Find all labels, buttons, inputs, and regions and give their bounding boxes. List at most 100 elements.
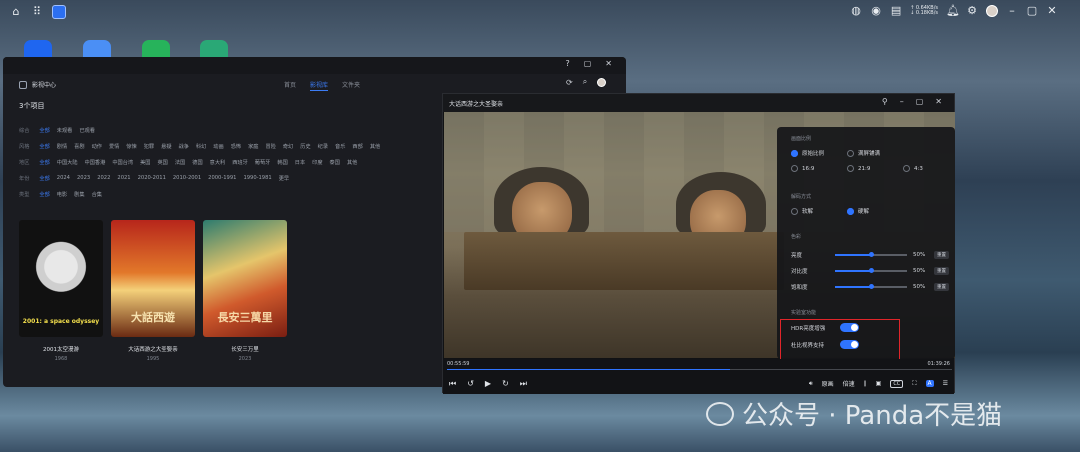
- mc-user-avatar[interactable]: [597, 77, 607, 87]
- filter-option[interactable]: 全部: [39, 175, 49, 182]
- filter-option[interactable]: 未观看: [57, 127, 73, 134]
- filter-option[interactable]: 2024: [57, 175, 70, 182]
- refresh-icon[interactable]: ⟳: [566, 78, 573, 87]
- rewind-icon[interactable]: ↺: [467, 379, 474, 389]
- filter-option[interactable]: 科幻: [196, 143, 206, 150]
- minimize-all-icon[interactable]: –: [1006, 5, 1018, 17]
- movie-card[interactable]: 長安三萬里 长安三万里 2023: [203, 220, 287, 362]
- filter-option[interactable]: 泰国: [330, 159, 340, 166]
- filter-option[interactable]: 家庭: [248, 143, 258, 150]
- filter-option[interactable]: 2022: [97, 175, 110, 182]
- filter-option[interactable]: 全部: [39, 143, 49, 150]
- filter-option[interactable]: 冒险: [265, 143, 275, 150]
- slider-knob[interactable]: [869, 268, 874, 273]
- radio-icon[interactable]: [847, 207, 854, 215]
- settings-panel-icon[interactable]: A: [925, 380, 934, 387]
- filter-option[interactable]: 动作: [92, 143, 102, 150]
- volume-icon[interactable]: 🔊︎: [809, 380, 813, 388]
- radio-icon[interactable]: [791, 149, 798, 157]
- filter-option[interactable]: 喜剧: [74, 143, 84, 150]
- audio-track-icon[interactable]: ∥: [864, 380, 867, 387]
- sync-icon[interactable]: ◉: [870, 5, 882, 17]
- filter-option[interactable]: 合集: [92, 191, 102, 198]
- aspect-option[interactable]: 满屏铺满: [847, 149, 880, 157]
- tab-2[interactable]: 文件夹: [342, 80, 360, 91]
- decode-option[interactable]: 硬解: [847, 207, 869, 215]
- fullscreen-icon[interactable]: ⛶: [912, 380, 916, 388]
- filter-option[interactable]: 其他: [347, 159, 357, 166]
- movie-card[interactable]: 大話西遊 大话西游之大圣娶亲 1995: [111, 220, 195, 362]
- filter-option[interactable]: 法国: [175, 159, 185, 166]
- movie-poster[interactable]: 大話西遊: [111, 220, 195, 337]
- tab-0[interactable]: 首页: [284, 80, 296, 91]
- radio-icon[interactable]: [791, 165, 798, 172]
- filter-option[interactable]: 恐怖: [231, 143, 241, 150]
- filter-option[interactable]: 2010-2001: [173, 175, 201, 182]
- player-close-icon[interactable]: ✕: [935, 97, 942, 106]
- filter-option[interactable]: 德国: [192, 159, 202, 166]
- aspect-option[interactable]: 4:3: [903, 165, 923, 172]
- player-minimize-icon[interactable]: –: [900, 97, 904, 106]
- slider-track[interactable]: [835, 268, 907, 273]
- window-maximize-icon[interactable]: ▢: [584, 59, 592, 68]
- filter-option[interactable]: 1990-1981: [243, 175, 271, 182]
- app-grid-icon[interactable]: ⠿: [31, 6, 43, 18]
- filter-option[interactable]: 2021: [117, 175, 130, 182]
- next-icon[interactable]: ⏭: [520, 379, 527, 389]
- filter-option[interactable]: 剧集: [74, 191, 84, 198]
- movie-poster[interactable]: 長安三萬里: [203, 220, 287, 337]
- filter-option[interactable]: 全部: [39, 159, 49, 166]
- search-icon[interactable]: ⌕: [583, 77, 587, 87]
- bell-icon[interactable]: 🔔︎: [946, 5, 960, 17]
- filter-option[interactable]: 西班牙: [232, 159, 248, 166]
- slider-knob[interactable]: [869, 252, 874, 257]
- play-icon[interactable]: ▶: [485, 379, 491, 389]
- tab-1[interactable]: 影视库: [310, 80, 329, 91]
- playlist-icon[interactable]: ☰: [943, 380, 948, 387]
- filter-option[interactable]: 美国: [140, 159, 150, 166]
- movie-title[interactable]: 长安三万里: [203, 345, 287, 353]
- filter-option[interactable]: 2023: [77, 175, 90, 182]
- filter-option[interactable]: 中国香港: [85, 159, 106, 166]
- settings-icon[interactable]: ⚙: [966, 5, 978, 17]
- user-avatar[interactable]: [986, 5, 998, 17]
- filter-option[interactable]: 印度: [312, 159, 322, 166]
- decode-option[interactable]: 软解: [791, 207, 813, 215]
- filter-option[interactable]: 葡萄牙: [255, 159, 271, 166]
- speed-button[interactable]: 倍速: [843, 379, 855, 388]
- aspect-option[interactable]: 16:9: [791, 165, 814, 172]
- home-icon[interactable]: ⌂: [10, 6, 22, 18]
- filter-option[interactable]: 日本: [295, 159, 305, 166]
- filter-option[interactable]: 全部: [39, 127, 49, 134]
- filter-option[interactable]: 历史: [300, 143, 310, 150]
- reset-button[interactable]: 重置: [934, 283, 949, 291]
- progress-bar[interactable]: [447, 369, 952, 370]
- filter-option[interactable]: 英国: [157, 159, 167, 166]
- slider-track[interactable]: [835, 284, 907, 289]
- help-icon[interactable]: ?: [565, 59, 569, 68]
- movie-title[interactable]: 2001太空漫游: [19, 345, 103, 353]
- filter-option[interactable]: 更早: [279, 175, 289, 182]
- maximize-icon[interactable]: ▢: [1026, 5, 1038, 17]
- filter-option[interactable]: 爱情: [109, 143, 119, 150]
- reset-button[interactable]: 重置: [934, 251, 949, 259]
- source-quality-button[interactable]: 原画: [822, 379, 834, 388]
- window-close-icon[interactable]: ✕: [605, 59, 612, 68]
- filter-option[interactable]: 西部: [352, 143, 362, 150]
- slider-knob[interactable]: [869, 284, 874, 289]
- filter-option[interactable]: 2020-2011: [138, 175, 166, 182]
- filter-option[interactable]: 全部: [39, 191, 49, 198]
- filter-option[interactable]: 已观看: [79, 127, 95, 134]
- filter-option[interactable]: 纪录: [318, 143, 328, 150]
- radio-icon[interactable]: [903, 165, 910, 172]
- close-icon[interactable]: ✕: [1046, 5, 1058, 17]
- pin-icon[interactable]: ⚲: [882, 97, 888, 106]
- filter-option[interactable]: 惊悚: [126, 143, 136, 150]
- pip-icon[interactable]: ▣: [876, 380, 882, 387]
- subtitles-icon[interactable]: CC: [890, 379, 904, 388]
- forward-icon[interactable]: ↻: [502, 379, 509, 389]
- aspect-option[interactable]: 21:9: [847, 165, 870, 172]
- filter-option[interactable]: 其他: [370, 143, 380, 150]
- radio-icon[interactable]: [847, 149, 854, 157]
- filter-option[interactable]: 战争: [179, 143, 189, 150]
